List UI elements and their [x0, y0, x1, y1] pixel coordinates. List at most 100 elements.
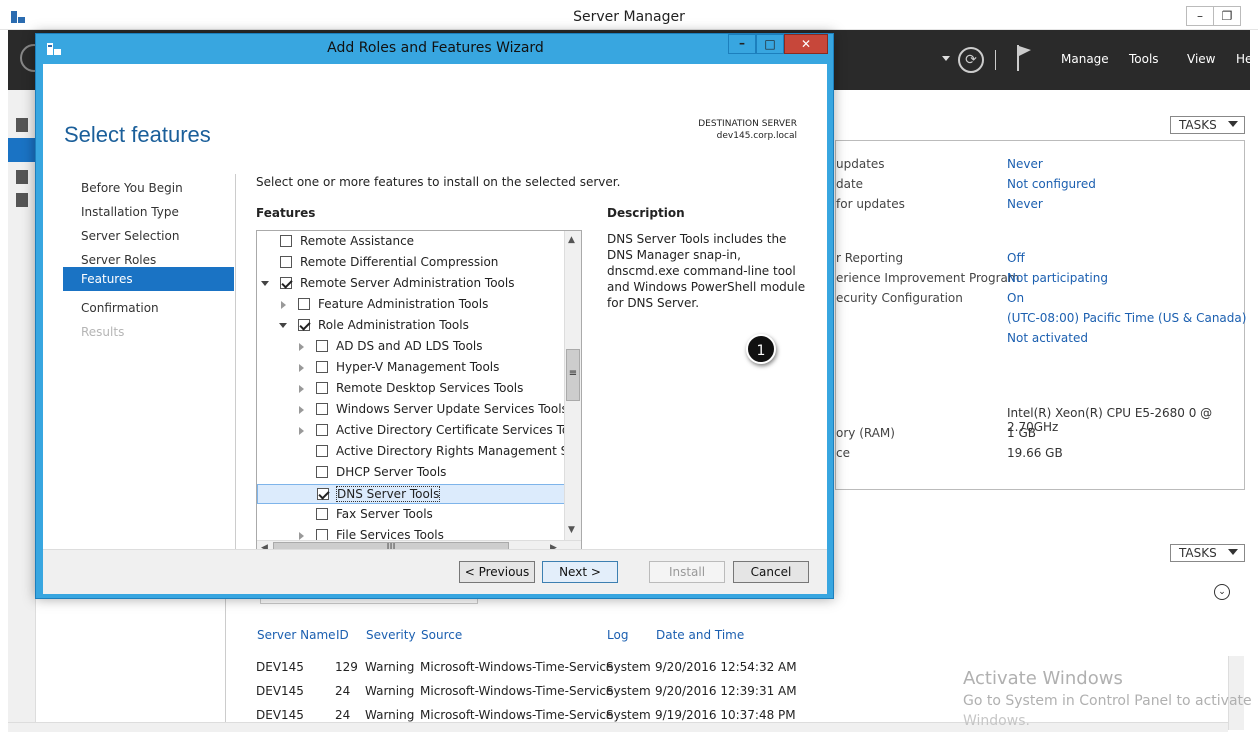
tree-item[interactable]: AD DS and AD LDS Tools	[257, 337, 565, 357]
property-value[interactable]: Not configured	[1007, 177, 1096, 191]
notifications-flag-icon[interactable]	[1016, 45, 1032, 71]
feature-label: Remote Server Administration Tools	[300, 276, 515, 290]
refresh-icon[interactable]: ⟳	[958, 47, 984, 73]
local-server-nav-selected[interactable]	[8, 138, 38, 162]
wizard-close-button[interactable]: ✕	[784, 34, 828, 54]
wizard-nav-item[interactable]: Before You Begin	[81, 181, 183, 195]
table-cell: System	[606, 660, 651, 674]
expand-arrow-icon[interactable]	[299, 343, 304, 351]
feature-checkbox[interactable]	[316, 508, 328, 520]
menu-tools[interactable]: Tools	[1129, 52, 1159, 66]
tree-item[interactable]: Remote Assistance	[257, 232, 565, 252]
feature-checkbox[interactable]	[280, 277, 292, 289]
tree-scroll-thumb[interactable]: ≡	[566, 349, 580, 401]
column-header[interactable]: Date and Time	[656, 628, 744, 642]
collapse-arrow-icon[interactable]	[279, 323, 287, 328]
wizard-nav-item[interactable]: Server Selection	[81, 229, 179, 243]
add-roles-wizard-window: Add Roles and Features Wizard – □ ✕ Sele…	[35, 33, 834, 599]
chevron-down-icon	[1228, 121, 1238, 127]
maximize-button[interactable]: ❐	[1213, 6, 1241, 26]
feature-checkbox[interactable]	[316, 424, 328, 436]
wizard-titlebar: Add Roles and Features Wizard – □ ✕	[36, 34, 835, 64]
scroll-up-icon[interactable]: ▲	[568, 235, 575, 245]
file-services-icon[interactable]	[16, 193, 28, 207]
column-header[interactable]: Log	[607, 628, 628, 642]
install-button[interactable]: Install	[649, 561, 725, 583]
wizard-maximize-button[interactable]: □	[756, 34, 784, 54]
expand-arrow-icon[interactable]	[299, 406, 304, 414]
property-value[interactable]: Not activated	[1007, 331, 1088, 345]
all-servers-icon[interactable]	[16, 170, 28, 184]
tree-item[interactable]: Active Directory Certificate Services To…	[257, 421, 581, 441]
tree-item[interactable]: Remote Desktop Services Tools	[257, 379, 565, 399]
wizard-body: Select features DESTINATION SERVER dev14…	[43, 64, 827, 579]
property-value[interactable]: Never	[1007, 157, 1043, 171]
feature-checkbox[interactable]	[316, 445, 328, 457]
expand-arrow-icon[interactable]	[299, 385, 304, 393]
menu-help[interactable]: He	[1236, 52, 1252, 66]
property-value[interactable]: Off	[1007, 251, 1025, 265]
feature-checkbox[interactable]	[298, 319, 310, 331]
collapse-arrow-icon[interactable]	[261, 281, 269, 286]
tree-item[interactable]: Active Directory Rights Management Servi…	[257, 442, 581, 462]
feature-checkbox[interactable]	[317, 488, 329, 500]
column-header[interactable]: ID	[336, 628, 349, 642]
column-header[interactable]: Server Name	[257, 628, 336, 642]
expand-arrow-icon[interactable]	[281, 301, 286, 309]
table-cell: 24	[335, 684, 351, 698]
tree-item[interactable]: Remote Server Administration Tools	[257, 274, 565, 294]
tree-item[interactable]: Windows Server Update Services Tools	[257, 400, 568, 420]
property-value[interactable]: (UTC-08:00) Pacific Time (US & Canada)	[1007, 311, 1246, 325]
property-value[interactable]: On	[1007, 291, 1024, 305]
menu-manage[interactable]: Manage	[1061, 52, 1109, 66]
tree-item[interactable]: Role Administration Tools	[257, 316, 565, 336]
feature-checkbox[interactable]	[316, 361, 328, 373]
horizontal-scrollbar[interactable]	[8, 722, 1228, 732]
column-header[interactable]: Severity	[366, 628, 416, 642]
wizard-nav-item[interactable]: Server Roles	[81, 253, 156, 267]
property-label: date	[836, 177, 864, 191]
property-value[interactable]: Not participating	[1007, 271, 1108, 285]
expand-arrow-icon[interactable]	[299, 532, 304, 540]
minimize-button[interactable]: –	[1186, 6, 1214, 26]
server-manager-title: Server Manager	[573, 9, 685, 25]
cancel-button[interactable]: Cancel	[733, 561, 809, 583]
tree-item[interactable]: DNS Server Tools	[257, 484, 565, 504]
wizard-nav-item[interactable]: Installation Type	[81, 205, 179, 219]
feature-checkbox[interactable]	[280, 256, 292, 268]
feature-checkbox[interactable]	[316, 466, 328, 478]
dropdown-icon[interactable]	[942, 56, 950, 61]
table-cell: 9/20/2016 12:54:32 AM	[655, 660, 797, 674]
previous-button[interactable]: < Previous	[459, 561, 535, 583]
features-tree[interactable]: Remote Assistance Remote Differential Com…	[256, 230, 582, 558]
tree-item[interactable]: Fax Server Tools	[257, 505, 565, 525]
column-header[interactable]: Source	[421, 628, 462, 642]
property-value[interactable]: Never	[1007, 197, 1043, 211]
tasks-button-properties[interactable]: TASKS	[1170, 116, 1245, 134]
tasks-button-events[interactable]: TASKS	[1170, 544, 1245, 562]
feature-checkbox[interactable]	[316, 382, 328, 394]
tree-item[interactable]: DHCP Server Tools	[257, 463, 565, 483]
tree-item[interactable]: Remote Differential Compression	[257, 253, 565, 273]
dashboard-icon[interactable]	[16, 118, 28, 132]
tree-vertical-scrollbar[interactable]: ▲ ≡ ▼	[564, 231, 581, 541]
table-cell: 9/20/2016 12:39:31 AM	[655, 684, 797, 698]
menu-view[interactable]: View	[1187, 52, 1215, 66]
feature-checkbox[interactable]	[298, 298, 310, 310]
tasks-label: TASKS	[1179, 118, 1217, 132]
next-button[interactable]: Next >	[542, 561, 618, 583]
feature-checkbox[interactable]	[316, 340, 328, 352]
wizard-nav-item[interactable]: Confirmation	[81, 301, 159, 315]
description-text: DNS Server Tools includes the DNS Manage…	[607, 232, 806, 310]
wizard-nav-item[interactable]: Features	[63, 267, 234, 291]
feature-checkbox[interactable]	[316, 403, 328, 415]
tree-item[interactable]: Feature Administration Tools	[257, 295, 565, 315]
feature-checkbox[interactable]	[280, 235, 292, 247]
expand-arrow-icon[interactable]	[299, 364, 304, 372]
collapse-chevron-icon[interactable]: ⌄	[1214, 584, 1230, 600]
scroll-down-icon[interactable]: ▼	[568, 525, 575, 535]
tree-item[interactable]: Hyper-V Management Tools	[257, 358, 565, 378]
property-label: ecurity Configuration	[836, 291, 963, 305]
expand-arrow-icon[interactable]	[299, 427, 304, 435]
wizard-minimize-button[interactable]: –	[728, 34, 756, 54]
